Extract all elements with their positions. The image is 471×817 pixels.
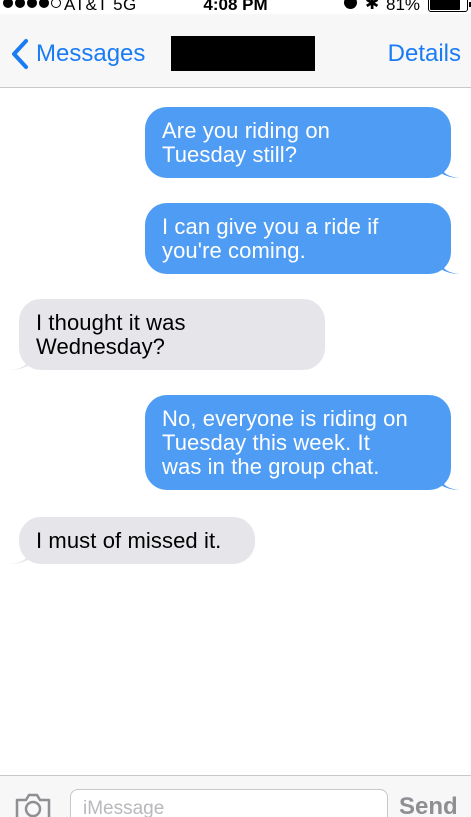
message-bubble-outgoing[interactable]: I can give you a ride if you're coming. xyxy=(145,203,460,274)
back-button[interactable]: Messages xyxy=(6,36,145,72)
bubble-tail xyxy=(10,545,32,564)
contact-name-redacted[interactable] xyxy=(171,36,315,71)
message-bubble-outgoing[interactable]: No, everyone is riding on Tuesday this w… xyxy=(145,395,460,490)
message-input[interactable] xyxy=(70,789,388,817)
camera-icon[interactable] xyxy=(14,792,52,817)
message-text: I thought it was Wednesday? xyxy=(36,310,186,359)
bubble-tail xyxy=(438,255,460,274)
message-text: Are you riding on Tuesday still? xyxy=(162,118,331,167)
message-text: I must of missed it. xyxy=(36,528,222,553)
bubble-tail xyxy=(10,351,32,370)
status-bar: AT&T 5G 4:08 PM ✱ 81% xyxy=(0,0,471,14)
send-button[interactable]: Send xyxy=(399,793,458,817)
bubble-tail xyxy=(438,159,460,178)
back-button-label: Messages xyxy=(36,40,146,67)
message-bubble-incoming[interactable]: I must of missed it. xyxy=(10,517,255,564)
message-text: I can give you a ride if you're coming. xyxy=(162,214,379,263)
navigation-bar: Messages Details xyxy=(0,14,471,88)
message-bubble-incoming[interactable]: I thought it was Wednesday? xyxy=(10,299,325,370)
battery-percent: 81% xyxy=(386,0,421,14)
message-composer: Send xyxy=(0,775,471,817)
message-bubble-outgoing[interactable]: Are you riding on Tuesday still? xyxy=(145,107,460,178)
chevron-left-icon xyxy=(12,39,28,69)
message-text: No, everyone is riding on Tuesday this w… xyxy=(162,406,408,479)
battery-icon xyxy=(428,0,471,12)
bubble-tail xyxy=(438,471,460,490)
bluetooth-icon: ✱ xyxy=(365,0,380,13)
message-thread[interactable]: Are you riding on Tuesday still? I can g… xyxy=(0,89,471,775)
details-button[interactable]: Details xyxy=(388,40,461,68)
